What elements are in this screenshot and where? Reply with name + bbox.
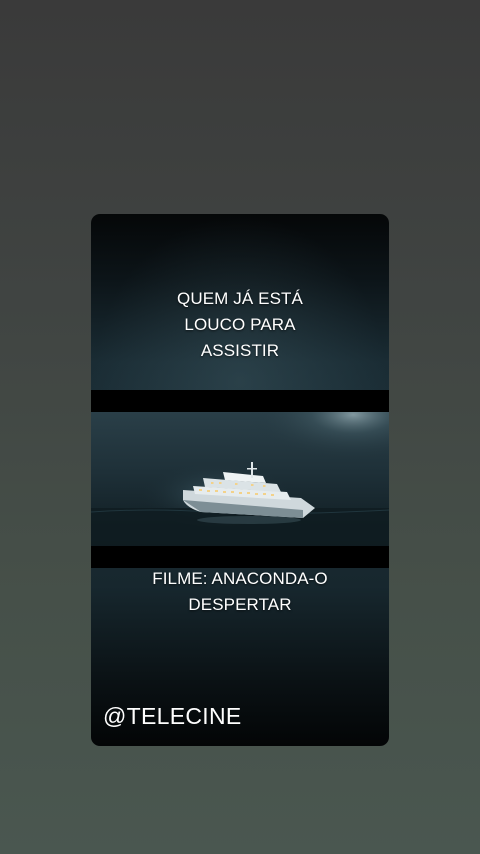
bottom-caption-line-1: FILME: ANACONDA-O xyxy=(152,569,328,588)
top-caption: QUEM JÁ ESTÁ LOUCO PARA ASSISTIR xyxy=(140,286,340,364)
channel-handle: @TELECINE xyxy=(103,703,242,729)
story-card[interactable]: QUEM JÁ ESTÁ LOUCO PARA ASSISTIR FILME: … xyxy=(91,214,389,746)
letterbox-bottom xyxy=(91,546,389,568)
letterbox-top xyxy=(91,390,389,412)
top-caption-line-2: LOUCO PARA xyxy=(184,315,296,334)
bottom-caption-line-2: DESPERTAR xyxy=(188,595,292,614)
top-caption-line-1: QUEM JÁ ESTÁ xyxy=(177,289,303,308)
movie-frame-ship xyxy=(91,412,389,546)
bottom-caption: FILME: ANACONDA-O DESPERTAR xyxy=(130,566,350,618)
top-caption-line-3: ASSISTIR xyxy=(200,341,280,360)
